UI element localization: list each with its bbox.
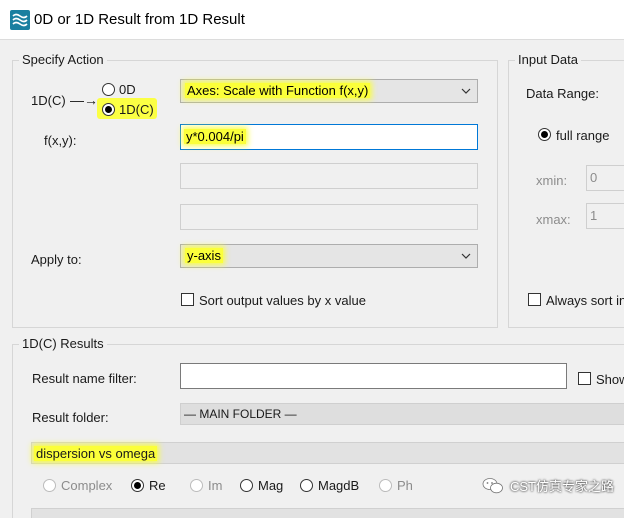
chevron-down-icon bbox=[461, 253, 471, 259]
watermark: CST仿真专家之路 bbox=[482, 476, 614, 495]
full-range-radio[interactable] bbox=[538, 128, 551, 141]
radio-magdb[interactable] bbox=[300, 479, 313, 492]
mode-label: 1D(C) bbox=[31, 93, 66, 108]
apply-to-dropdown[interactable]: y-axis bbox=[180, 244, 478, 268]
parameter-field-1[interactable] bbox=[180, 163, 478, 189]
wechat-icon bbox=[482, 477, 503, 493]
data-range-label: Data Range: bbox=[526, 86, 599, 101]
radio-im-label: Im bbox=[208, 478, 223, 493]
signal-waves-icon bbox=[10, 10, 30, 30]
specify-action-legend: Specify Action bbox=[19, 52, 107, 67]
xmax-value: 1 bbox=[590, 208, 598, 223]
result-filter-label: Result name filter: bbox=[32, 371, 137, 386]
xmin-input[interactable]: 0 bbox=[586, 165, 624, 191]
fxy-input-value: y*0.004/pi bbox=[184, 129, 246, 144]
results-legend: 1D(C) Results bbox=[19, 336, 107, 351]
show-checkbox[interactable] bbox=[578, 372, 591, 385]
watermark-text: CST仿真专家之路 bbox=[509, 479, 614, 494]
result-filter-input[interactable] bbox=[180, 363, 567, 389]
sort-output-label: Sort output values by x value bbox=[199, 293, 366, 308]
result-folder-label: Result folder: bbox=[32, 410, 109, 425]
fxy-input[interactable]: y*0.004/pi bbox=[180, 124, 478, 150]
always-sort-label: Always sort in bbox=[546, 293, 624, 308]
chevron-down-icon bbox=[461, 88, 471, 94]
radio-1dc-label: 1D(C) bbox=[119, 102, 154, 117]
action-dropdown[interactable]: Axes: Scale with Function f(x,y) bbox=[180, 79, 478, 103]
xmax-label: xmax: bbox=[536, 212, 571, 227]
radio-magdb-label: MagdB bbox=[318, 478, 360, 493]
xmin-label: xmin: bbox=[536, 173, 568, 188]
always-sort-checkbox[interactable] bbox=[528, 293, 541, 306]
radio-0d-label: 0D bbox=[119, 82, 136, 97]
parameter-field-2[interactable] bbox=[180, 204, 478, 230]
radio-1dc[interactable] bbox=[102, 103, 115, 116]
result-folder-value: — MAIN FOLDER — bbox=[184, 407, 297, 421]
arrow-right-icon: —→ bbox=[70, 92, 98, 108]
radio-re[interactable] bbox=[131, 479, 144, 492]
radio-ph-label: Ph bbox=[397, 478, 413, 493]
input-data-legend: Input Data bbox=[515, 52, 581, 67]
radio-re-label: Re bbox=[149, 478, 166, 493]
radio-complex-label: Complex bbox=[61, 478, 113, 493]
result-list-next-row[interactable] bbox=[31, 508, 624, 518]
action-dropdown-value: Axes: Scale with Function f(x,y) bbox=[185, 83, 371, 98]
result-name: dispersion vs omega bbox=[34, 446, 158, 461]
apply-to-label: Apply to: bbox=[31, 252, 82, 267]
radio-mag[interactable] bbox=[240, 479, 253, 492]
result-folder-dropdown[interactable]: — MAIN FOLDER — bbox=[180, 403, 624, 425]
sort-output-checkbox[interactable] bbox=[181, 293, 194, 306]
title-bar: 0D or 1D Result from 1D Result bbox=[0, 0, 624, 40]
radio-complex[interactable] bbox=[43, 479, 56, 492]
result-list-item-selected[interactable]: dispersion vs omega bbox=[31, 442, 624, 464]
radio-ph[interactable] bbox=[379, 479, 392, 492]
show-label: Show bbox=[596, 372, 624, 387]
radio-im[interactable] bbox=[190, 479, 203, 492]
radio-mag-label: Mag bbox=[258, 478, 284, 493]
xmax-input[interactable]: 1 bbox=[586, 203, 624, 229]
full-range-label: full range bbox=[556, 128, 610, 143]
apply-to-value: y-axis bbox=[185, 248, 223, 263]
fxy-label: f(x,y): bbox=[44, 133, 77, 148]
window-title: 0D or 1D Result from 1D Result bbox=[34, 11, 245, 28]
radio-0d[interactable] bbox=[102, 83, 115, 96]
xmin-value: 0 bbox=[590, 170, 598, 185]
